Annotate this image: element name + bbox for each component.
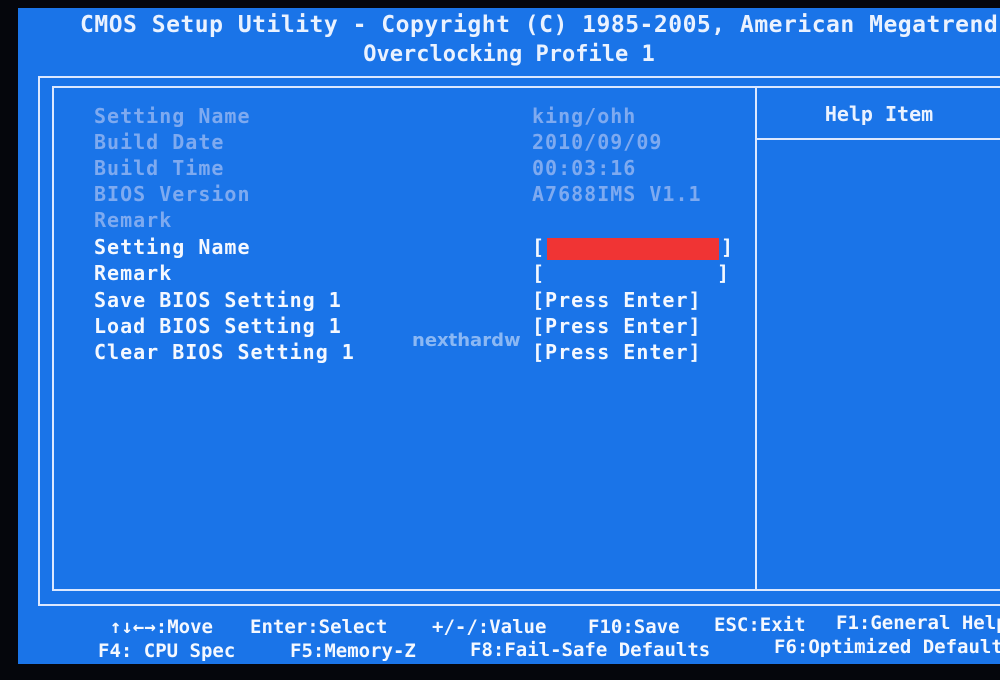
setting-label: Load BIOS Setting 1 xyxy=(94,314,342,338)
info-row-remark: Remark xyxy=(54,208,754,234)
info-row-setting-name: Setting Name king/ohh xyxy=(54,104,754,130)
info-row-build-date: Build Date 2010/09/09 xyxy=(54,130,754,156)
utility-title: CMOS Setup Utility - Copyright (C) 1985-… xyxy=(80,12,1000,38)
setting-label: Save BIOS Setting 1 xyxy=(94,288,342,312)
bracket-close: ] xyxy=(721,235,735,259)
setting-row-save[interactable]: Save BIOS Setting 1 [Press Enter] xyxy=(54,288,754,314)
bracket-open: [ xyxy=(532,235,546,259)
clear-bios-setting-button[interactable]: [Press Enter] xyxy=(532,340,702,364)
help-title: Help Item xyxy=(756,88,1000,140)
watermark: nexthardw xyxy=(412,330,521,351)
setting-row-remark[interactable]: Remark [] xyxy=(54,261,754,287)
setting-label: Remark xyxy=(94,261,173,285)
info-label: Remark xyxy=(94,208,173,232)
redacted-value xyxy=(547,237,720,260)
settings-panel: Setting Name king/ohh Build Date 2010/09… xyxy=(52,86,757,591)
page-title: Overclocking Profile 1 xyxy=(363,42,655,67)
title-bar: CMOS Setup Utility - Copyright (C) 1985-… xyxy=(18,8,1000,40)
key-move: ↑↓←→:Move xyxy=(110,616,213,638)
load-bios-setting-button[interactable]: [Press Enter] xyxy=(532,314,702,338)
info-value: 00:03:16 xyxy=(532,156,637,180)
info-row-build-time: Build Time 00:03:16 xyxy=(54,156,754,182)
info-label: BIOS Version xyxy=(94,182,251,206)
key-memory-z: F5:Memory-Z xyxy=(290,640,416,662)
setting-label: Clear BIOS Setting 1 xyxy=(94,340,355,364)
info-value: 2010/09/09 xyxy=(532,130,663,154)
bracket-open: [ xyxy=(532,261,546,285)
setting-row-setting-name[interactable]: Setting Name [] xyxy=(54,235,754,261)
info-row-bios-version: BIOS Version A7688IMS V1.1 xyxy=(54,182,754,208)
setting-row-load[interactable]: Load BIOS Setting 1 [Press Enter] xyxy=(54,314,754,340)
save-bios-setting-button[interactable]: [Press Enter] xyxy=(532,288,702,312)
key-cpu-spec: F4: CPU Spec xyxy=(98,640,236,662)
bracket-close: ] xyxy=(717,261,731,285)
info-value: A7688IMS V1.1 xyxy=(532,182,702,206)
bios-screen: CMOS Setup Utility - Copyright (C) 1985-… xyxy=(18,8,1000,664)
key-failsafe-defaults: F8:Fail-Safe Defaults xyxy=(470,639,711,661)
setting-label: Setting Name xyxy=(94,235,251,259)
key-optimized-defaults: F6:Optimized Defaults xyxy=(774,636,1000,658)
info-label: Setting Name xyxy=(94,104,251,128)
setting-name-field[interactable]: [] xyxy=(532,235,734,260)
key-exit: ESC:Exit xyxy=(714,614,806,636)
key-general-help: F1:General Help xyxy=(836,612,1000,634)
key-select: Enter:Select xyxy=(250,616,388,638)
info-label: Build Time xyxy=(94,156,225,180)
setting-row-clear[interactable]: Clear BIOS Setting 1 [Press Enter] xyxy=(54,340,754,366)
help-panel: Help Item xyxy=(756,86,1000,591)
info-label: Build Date xyxy=(94,130,225,154)
info-value: king/ohh xyxy=(532,104,637,128)
key-legend: ↑↓←→:Move Enter:Select +/-/:Value F10:Sa… xyxy=(18,608,1000,664)
key-value: +/-/:Value xyxy=(432,616,547,638)
remark-field[interactable]: [] xyxy=(532,261,730,285)
key-save: F10:Save xyxy=(588,616,680,638)
